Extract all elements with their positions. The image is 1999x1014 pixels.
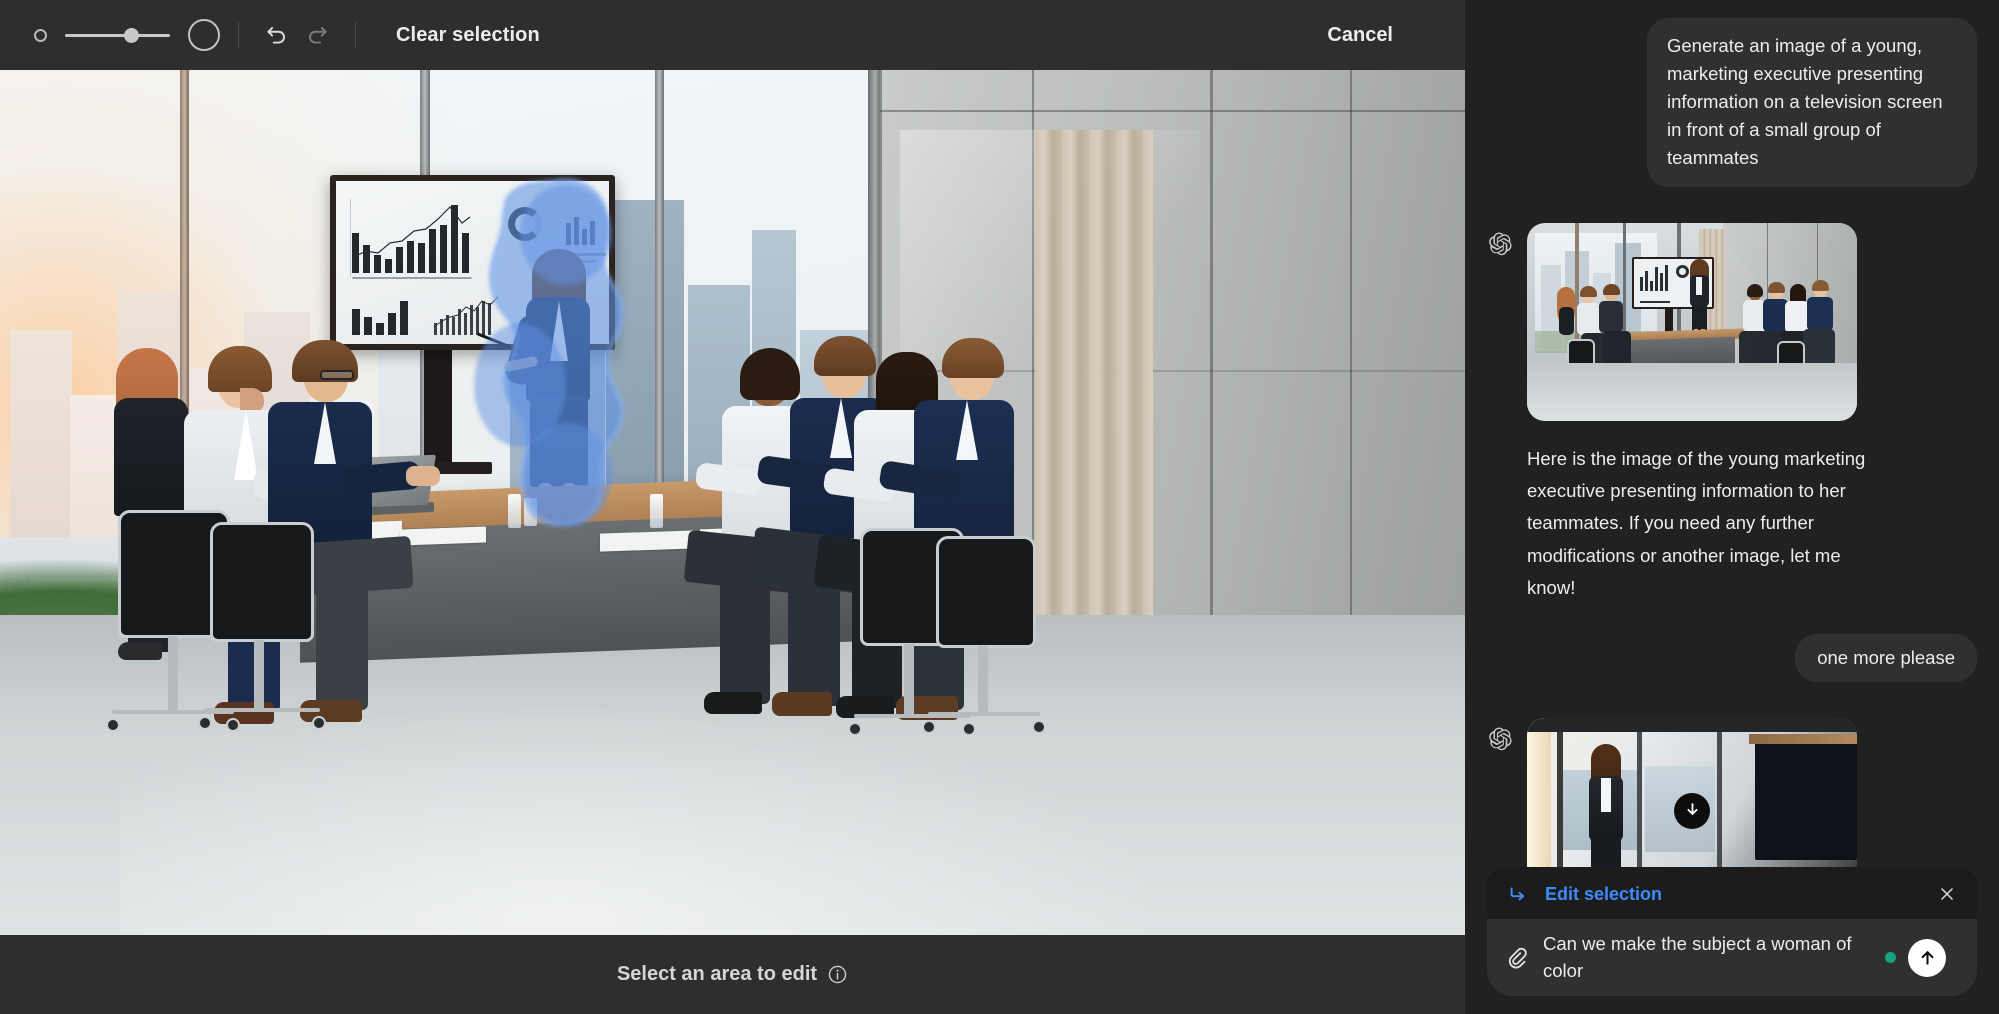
toolbar-divider: [238, 22, 239, 48]
user-followup-bubble: one more please: [1795, 634, 1977, 683]
chat-message-list[interactable]: Generate an image of a young, marketing …: [1465, 0, 1999, 1014]
edit-selection-chip: Edit selection: [1487, 867, 1977, 922]
water-glass: [650, 494, 663, 528]
chair-post: [168, 636, 178, 712]
office-chair: [936, 536, 1036, 648]
undo-button[interactable]: [257, 15, 297, 55]
small-brush-circle-icon[interactable]: [34, 28, 47, 42]
canvas-hint-bar: Select an area to edit: [0, 935, 1465, 1014]
close-edit-selection-button[interactable]: [1937, 884, 1957, 904]
undo-arrow-icon: [267, 26, 285, 44]
chair-wheel: [848, 722, 862, 736]
chair-post: [978, 646, 988, 714]
chair-wheel: [226, 718, 240, 732]
chair-base: [928, 712, 1040, 716]
message-input[interactable]: Can we make the subject a woman of color: [1543, 931, 1873, 984]
openai-logo-icon: [1487, 726, 1513, 752]
composer-bar: Can we make the subject a woman of color: [1487, 919, 1977, 996]
send-message-button[interactable]: [1908, 938, 1946, 977]
status-dot: [1885, 952, 1896, 964]
chair-base: [204, 708, 320, 712]
assistant-body-1: Here is the image of the young marketing…: [1527, 222, 1977, 605]
conference-room-scene: [0, 70, 1465, 935]
clear-selection-button[interactable]: Clear selection: [396, 24, 540, 47]
slider-knob[interactable]: [123, 27, 139, 43]
brush-size-slider[interactable]: [65, 24, 170, 46]
toolbar-divider-2: [355, 22, 356, 48]
chair-wheel: [312, 716, 326, 730]
message-composer: Edit selection Can we make the subject a…: [1487, 867, 1977, 996]
brush-size-control[interactable]: [22, 19, 220, 51]
openai-logo-icon: [1487, 231, 1513, 257]
office-chair: [210, 522, 314, 642]
generated-image[interactable]: [0, 70, 1465, 935]
water-glass: [524, 498, 537, 526]
thumbnail-scene-1: [1527, 222, 1857, 421]
water-glass: [508, 494, 521, 528]
edit-selection-label: Edit selection: [1545, 883, 1663, 904]
assistant-response-text: Here is the image of the young marketing…: [1527, 447, 1866, 599]
generated-image-thumbnail-1[interactable]: [1527, 222, 1857, 421]
slider-track: [65, 34, 170, 37]
paper-document: [600, 530, 696, 552]
chat-panel: Generate an image of a young, marketing …: [1465, 0, 1999, 1014]
redo-button[interactable]: [297, 15, 337, 55]
chair-wheel: [198, 716, 212, 730]
large-brush-circle-icon[interactable]: [188, 19, 220, 51]
paperclip-icon: [1508, 947, 1527, 969]
user-message-bubble: Generate an image of a young, marketing …: [1647, 18, 1977, 187]
select-area-hint: Select an area to edit: [616, 963, 818, 985]
chair-wheel: [106, 718, 120, 732]
reply-arrow-icon: [1507, 883, 1529, 905]
arrow-up-icon: [1921, 951, 1933, 965]
image-editor-app: Clear selection Cancel Select an area to…: [0, 0, 1999, 1014]
info-circle-icon[interactable]: [827, 964, 848, 985]
attach-file-button[interactable]: [1503, 946, 1531, 970]
chair-post: [904, 644, 914, 716]
chair-post: [254, 640, 264, 710]
cancel-button[interactable]: Cancel: [1327, 24, 1443, 47]
download-image-button[interactable]: [1674, 792, 1710, 829]
redo-arrow-icon: [309, 26, 327, 44]
download-arrow-icon: [1686, 803, 1698, 816]
editor-toolbar: Clear selection Cancel: [0, 0, 1465, 70]
chair-wheel: [962, 722, 976, 736]
chair-wheel: [922, 720, 936, 734]
image-canvas-container[interactable]: [0, 70, 1465, 935]
image-editor-pane: Clear selection Cancel Select an area to…: [0, 0, 1465, 1014]
assistant-message-1: Here is the image of the young marketing…: [1487, 222, 1977, 605]
close-x-icon: [1941, 888, 1953, 901]
chair-wheel: [1032, 720, 1046, 734]
